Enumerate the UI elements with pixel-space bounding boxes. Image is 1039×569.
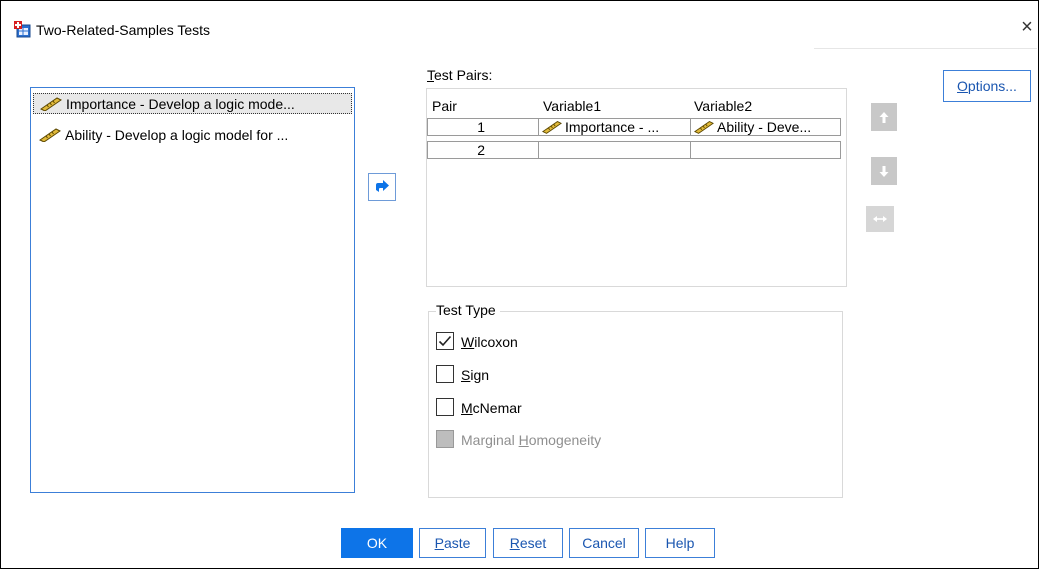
source-variable-list[interactable]: Importance - Develop a logic mode... Abi… — [30, 87, 355, 493]
variable2-cell[interactable]: Ability - Deve... — [690, 118, 841, 136]
scale-variable-icon — [40, 97, 62, 111]
test-type-legend: Test Type — [436, 302, 500, 318]
reset-button[interactable]: Reset — [493, 528, 563, 558]
source-variable-item[interactable]: Importance - Develop a logic mode... — [33, 93, 352, 114]
source-variable-label: Importance - Develop a logic mode... — [66, 96, 295, 112]
move-to-pairs-button[interactable] — [368, 173, 396, 201]
variable1-cell[interactable]: Importance - ... — [538, 118, 691, 136]
variable1-cell[interactable] — [538, 141, 691, 159]
arrow-right-icon — [376, 180, 389, 192]
test-pairs-label: Test Pairs: — [427, 67, 493, 83]
column-header-pair: Pair — [432, 98, 457, 114]
swap-variables-button[interactable] — [866, 206, 894, 232]
pair-number-cell: 1 — [427, 118, 539, 136]
column-header-variable1: Variable1 — [543, 98, 602, 114]
mcnemar-label: McNemar — [461, 400, 522, 416]
table-row[interactable]: 1 Importance - ... Ability - Deve... — [427, 118, 846, 136]
marginal-homogeneity-label: Marginal Homogeneity — [461, 432, 602, 448]
move-up-button[interactable] — [871, 103, 897, 131]
move-down-button[interactable] — [871, 157, 897, 185]
paste-button[interactable]: Paste — [419, 528, 486, 558]
variable2-cell[interactable] — [690, 141, 841, 159]
scale-variable-icon — [694, 121, 714, 134]
arrow-down-icon — [879, 166, 889, 177]
swap-horizontal-icon — [873, 216, 887, 222]
close-icon[interactable]: × — [1015, 15, 1039, 39]
cancel-button[interactable]: Cancel — [569, 528, 639, 558]
scale-variable-icon — [542, 121, 562, 134]
options-button[interactable]: Options... — [943, 70, 1031, 102]
source-variable-item[interactable]: Ability - Develop a logic model for ... — [33, 125, 352, 146]
ok-button[interactable]: OK — [341, 528, 413, 558]
variable2-value: Ability - Deve... — [717, 119, 812, 135]
mcnemar-checkbox[interactable] — [436, 398, 454, 416]
window-title: Two-Related-Samples Tests — [36, 22, 211, 38]
arrow-up-icon — [879, 112, 889, 123]
checkmark-icon — [438, 335, 452, 347]
source-variable-label: Ability - Develop a logic model for ... — [65, 127, 289, 143]
help-button[interactable]: Help — [645, 528, 715, 558]
pair-number-cell: 2 — [427, 141, 539, 159]
wilcoxon-checkbox[interactable] — [436, 332, 454, 350]
wilcoxon-label: Wilcoxon — [461, 334, 518, 350]
scale-variable-icon — [39, 128, 61, 142]
app-icon — [13, 20, 31, 38]
table-row[interactable]: 2 — [427, 141, 846, 159]
marginal-homogeneity-checkbox — [436, 430, 454, 448]
test-pairs-grid[interactable]: Pair Variable1 Variable2 1 Importance - … — [426, 88, 847, 287]
sign-label: Sign — [461, 367, 490, 383]
variable1-value: Importance - ... — [565, 119, 660, 135]
column-header-variable2: Variable2 — [694, 98, 753, 114]
title-separator — [814, 48, 1037, 49]
sign-checkbox[interactable] — [436, 365, 454, 383]
